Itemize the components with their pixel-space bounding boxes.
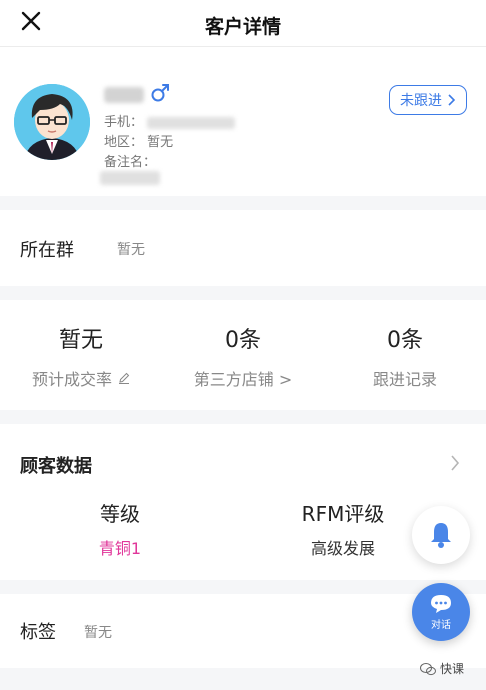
rfm-title: RFM评级: [301, 502, 385, 526]
group-label: 所在群: [20, 240, 74, 261]
note-redacted: [100, 171, 160, 185]
region-value: 暂无: [147, 135, 174, 150]
group-row[interactable]: 所在群 暂无: [0, 210, 486, 286]
page-title: 客户详情: [204, 16, 281, 38]
level-value: 青铜1: [98, 539, 142, 558]
conversion-rate-label: 预计成交率: [31, 370, 112, 389]
level-title: 等级: [100, 502, 140, 526]
chat-bubble-icon: [431, 594, 451, 613]
customer-profile-card: 手机： 地区： 暂无 备注名： 未跟进: [0, 47, 486, 196]
top-nav-bar: 客户详情: [0, 0, 486, 47]
third-party-store-value: 0条: [225, 328, 261, 353]
third-party-store-label: 第三方店铺 >: [193, 370, 293, 389]
wechat-icon: [420, 662, 436, 675]
chevron-right-icon: [448, 94, 456, 106]
follow-records-value: 0条: [387, 328, 423, 353]
note-label: 备注名：: [104, 155, 157, 170]
chat-fab-label: 对话: [431, 619, 451, 631]
customer-name-redacted: [104, 87, 144, 103]
tags-value: 暂无: [84, 625, 112, 641]
customer-data-section[interactable]: 顾客数据 等级 青铜1 RFM评级 高级发展: [0, 424, 486, 580]
watermark: 快课: [420, 660, 464, 677]
edit-pencil-icon[interactable]: [118, 372, 130, 384]
stat-conversion-rate[interactable]: 暂无 预计成交率: [0, 322, 162, 390]
chevron-right-icon[interactable]: [448, 454, 462, 472]
watermark-text: 快课: [440, 662, 465, 676]
region-row: 地区： 暂无: [104, 131, 173, 150]
group-value: 暂无: [117, 242, 145, 258]
avatar: [14, 84, 90, 160]
male-gender-icon: [151, 84, 169, 102]
conversion-rate-value: 暂无: [58, 328, 103, 353]
customer-data-title: 顾客数据: [20, 456, 92, 477]
bell-icon: [431, 523, 451, 548]
stat-third-party-store[interactable]: 0条 第三方店铺 >: [162, 322, 324, 390]
chat-fab[interactable]: 对话: [412, 583, 470, 641]
phone-label: 手机：: [104, 115, 144, 130]
note-row: 备注名：: [104, 151, 156, 170]
follow-status-label: 未跟进: [400, 93, 442, 109]
level-metric: 等级 青铜1: [20, 498, 220, 559]
stat-follow-records[interactable]: 0条 跟进记录: [324, 322, 486, 390]
stats-section: 暂无 预计成交率 0条 第三方店铺 > 0条 跟进记录: [0, 300, 486, 410]
follow-records-label: 跟进记录: [372, 370, 437, 389]
phone-redacted: [147, 116, 236, 129]
region-label: 地区：: [104, 135, 144, 150]
follow-status-button[interactable]: 未跟进: [389, 85, 467, 115]
avatar-illustration: [14, 84, 90, 160]
tags-label: 标签: [20, 622, 56, 643]
phone-row: 手机：: [104, 111, 236, 130]
notification-fab[interactable]: [412, 506, 470, 564]
